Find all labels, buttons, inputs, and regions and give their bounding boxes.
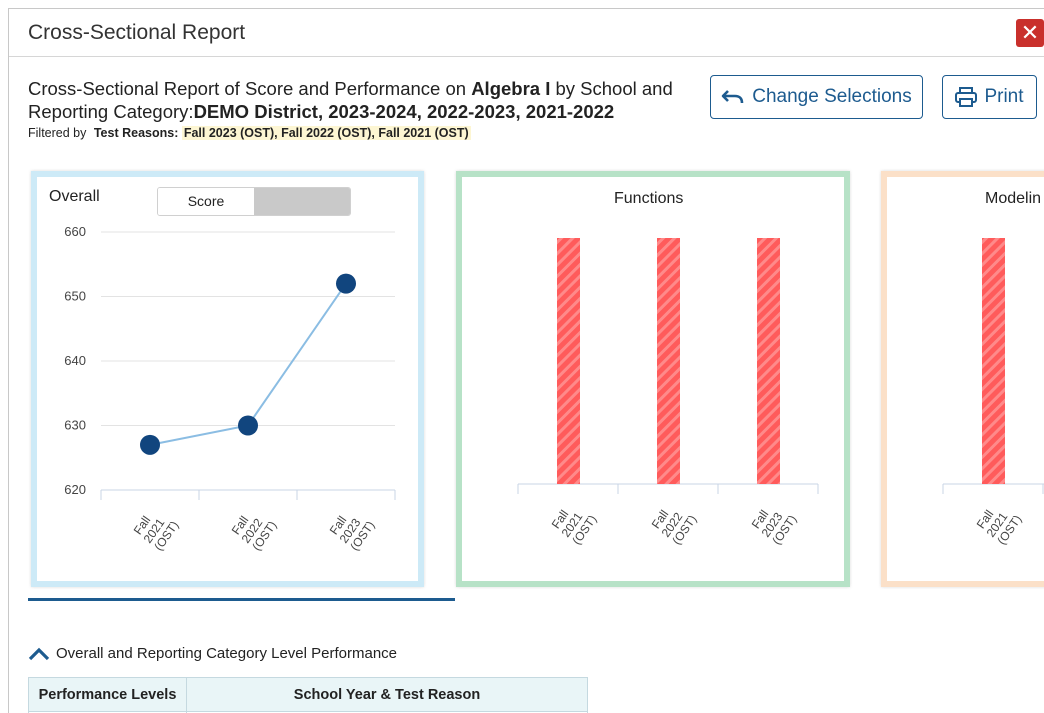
printer-icon — [955, 87, 977, 107]
undo-arrow-icon — [721, 88, 745, 106]
y-tick-label: 650 — [64, 289, 86, 304]
report-dialog: Cross-Sectional Report ✕ Cross-Sectional… — [8, 8, 1044, 713]
x-tick-label: Fall2023(OST) — [326, 503, 378, 553]
data-point — [336, 274, 356, 294]
overall-chart-panel: Overall Score 620630640650660Fall2021(OS… — [31, 171, 424, 587]
y-tick-label: 620 — [64, 482, 86, 497]
modeling-chart-panel: Modelin Fall2021(OST) — [881, 171, 1044, 587]
table-header-school-year: School Year & Test Reason — [187, 678, 588, 712]
change-selections-label: Change Selections — [752, 86, 912, 108]
bar — [757, 238, 780, 484]
test-reasons-value: Fall 2023 (OST), Fall 2022 (OST), Fall 2… — [182, 126, 471, 140]
carousel-indicator — [28, 598, 455, 601]
filtered-by-label: Filtered by — [28, 126, 86, 140]
functions-tick-label: Fall2023(OST) — [748, 497, 800, 547]
performance-section-toggle[interactable]: Overall and Reporting Category Level Per… — [28, 645, 397, 662]
heading-subject: Algebra I — [471, 78, 550, 99]
bar — [557, 238, 580, 484]
performance-table: Performance Levels School Year & Test Re… — [28, 677, 588, 713]
functions-tick-label: Fall2022(OST) — [648, 497, 700, 547]
print-button[interactable]: Print — [942, 75, 1037, 119]
heading-years: , 2023-2024, 2022-2023, 2021-2022 — [318, 101, 614, 122]
dialog-title: Cross-Sectional Report — [28, 21, 245, 45]
data-point — [140, 435, 160, 455]
x-tick-label: Fall2022(OST) — [228, 503, 280, 553]
functions-bar-chart: Fall2021(OST) Fall2022(OST) Fall2023(OST) — [462, 177, 844, 581]
modeling-bar-chart: Fall2021(OST) — [887, 177, 1044, 581]
modeling-tick-label: Fall2021(OST) — [973, 497, 1025, 547]
overall-line-chart: 620 630 640 650 660 Fall2021(OST) Fall2022(OST… — [37, 177, 418, 581]
heading-district: DEMO District — [194, 101, 318, 122]
functions-tick-label: Fall2021(OST) — [548, 497, 600, 547]
heading-prefix: Cross-Sectional Report of Score and Perf… — [28, 78, 471, 99]
test-reasons-label: Test Reasons: — [94, 126, 179, 140]
change-selections-button[interactable]: Change Selections — [710, 75, 923, 119]
print-label: Print — [984, 86, 1023, 108]
bar — [657, 238, 680, 484]
filter-summary: Filtered by Test Reasons: Fall 2023 (OST… — [28, 126, 471, 140]
data-point — [238, 416, 258, 436]
dialog-titlebar: Cross-Sectional Report ✕ — [9, 9, 1044, 57]
y-tick-label: 660 — [64, 224, 86, 239]
performance-section-label: Overall and Reporting Category Level Per… — [56, 645, 397, 662]
y-tick-label: 630 — [64, 418, 86, 433]
table-header-row: Performance Levels School Year & Test Re… — [29, 678, 588, 712]
report-heading: Cross-Sectional Report of Score and Perf… — [28, 77, 718, 123]
table-header-performance-levels: Performance Levels — [29, 678, 187, 712]
chevron-up-icon — [28, 647, 50, 661]
bar — [982, 238, 1005, 484]
close-button[interactable]: ✕ — [1016, 19, 1044, 47]
functions-chart-panel: Functions Fall2021(OST)Fall2022(OST)Fall… — [456, 171, 850, 587]
close-icon: ✕ — [1021, 20, 1039, 45]
x-tick-label: Fall2021(OST) — [130, 503, 182, 553]
y-tick-label: 640 — [64, 353, 86, 368]
